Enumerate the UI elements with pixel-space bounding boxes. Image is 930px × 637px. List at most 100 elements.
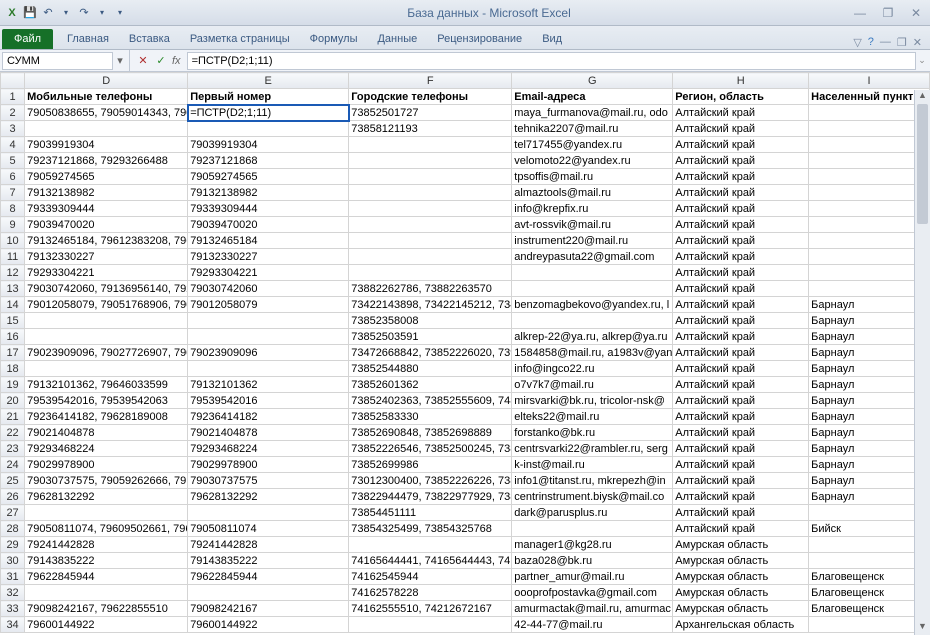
col-header-H[interactable]: H [673, 73, 809, 89]
cell[interactable]: Барнаул [809, 425, 930, 441]
cell[interactable]: Благовещенск [809, 601, 930, 617]
cell[interactable]: Барнаул [809, 489, 930, 505]
header-cell[interactable]: Населенный пункт [809, 89, 930, 105]
cell[interactable]: 73852690848, 73852698889 [349, 425, 512, 441]
cell[interactable]: 79339309444 [188, 201, 349, 217]
col-header-E[interactable]: E [188, 73, 349, 89]
cell[interactable] [188, 329, 349, 345]
formula-input[interactable]: =ПСТР(D2;1;11) [187, 52, 916, 70]
row-header[interactable]: 14 [1, 297, 25, 313]
cell[interactable]: Барнаул [809, 313, 930, 329]
cell[interactable]: 79622845944 [25, 569, 188, 585]
row-header[interactable]: 25 [1, 473, 25, 489]
header-cell[interactable]: Первый номер [188, 89, 349, 105]
cell[interactable]: 79622845944 [188, 569, 349, 585]
row-header[interactable]: 31 [1, 569, 25, 585]
file-tab[interactable]: Файл [2, 29, 53, 49]
cell[interactable]: 73882262786, 73882263570 [349, 281, 512, 297]
cell[interactable]: 1584858@mail.ru, a1983v@yanc [512, 345, 673, 361]
cell[interactable] [188, 585, 349, 601]
cell[interactable]: Алтайский край [673, 425, 809, 441]
cell[interactable]: Алтайский край [673, 377, 809, 393]
row-header[interactable]: 33 [1, 601, 25, 617]
cell[interactable]: 79241442828 [188, 537, 349, 553]
cell[interactable]: 79039470020 [188, 217, 349, 233]
row-header[interactable]: 26 [1, 489, 25, 505]
cell[interactable]: 79339309444 [25, 201, 188, 217]
cell[interactable] [809, 121, 930, 137]
cell[interactable]: Амурская область [673, 553, 809, 569]
cell[interactable] [809, 617, 930, 633]
cell[interactable] [809, 505, 930, 521]
qat-customize-icon[interactable]: ▾ [112, 5, 128, 21]
cell[interactable]: 73854451111 [349, 505, 512, 521]
cell[interactable]: 79132465184 [188, 233, 349, 249]
cell[interactable] [349, 233, 512, 249]
cell[interactable] [809, 169, 930, 185]
row-header[interactable]: 17 [1, 345, 25, 361]
cell[interactable]: info1@titanst.ru, mkrepezh@in [512, 473, 673, 489]
cell[interactable] [349, 185, 512, 201]
qat-dropdown2-icon[interactable]: ▾ [94, 5, 110, 21]
row-header[interactable]: 34 [1, 617, 25, 633]
cell[interactable]: oooprofpostavka@gmail.com [512, 585, 673, 601]
cell[interactable]: 79059274565 [188, 169, 349, 185]
redo-icon[interactable]: ↷ [76, 5, 92, 21]
cell[interactable]: Алтайский край [673, 505, 809, 521]
cell[interactable]: 79143835222 [188, 553, 349, 569]
doc-restore-icon[interactable]: ❐ [897, 36, 907, 49]
cell[interactable]: 73852601362 [349, 377, 512, 393]
cell[interactable]: Алтайский край [673, 185, 809, 201]
cell[interactable]: Алтайский край [673, 121, 809, 137]
cell[interactable]: Алтайский край [673, 409, 809, 425]
cell[interactable]: 79012058079 [188, 297, 349, 313]
maximize-button[interactable]: ❐ [878, 5, 898, 21]
cell[interactable]: Алтайский край [673, 329, 809, 345]
cell[interactable]: 79029978900 [188, 457, 349, 473]
cell[interactable] [512, 313, 673, 329]
cell[interactable]: 79050838655, 79059014343, 7905 [25, 105, 188, 121]
cell[interactable]: 42-44-77@mail.ru [512, 617, 673, 633]
cell[interactable]: 79039919304 [25, 137, 188, 153]
scroll-up-icon[interactable]: ▲ [915, 90, 930, 104]
row-header[interactable]: 11 [1, 249, 25, 265]
cell[interactable] [809, 553, 930, 569]
cell[interactable]: 79050811074 [188, 521, 349, 537]
col-header-D[interactable]: D [25, 73, 188, 89]
row-header[interactable]: 10 [1, 233, 25, 249]
cell[interactable] [349, 169, 512, 185]
cell[interactable] [809, 201, 930, 217]
cell[interactable]: amurmactak@mail.ru, amurmac [512, 601, 673, 617]
cell[interactable] [25, 121, 188, 137]
qat-dropdown-icon[interactable]: ▾ [58, 5, 74, 21]
cell[interactable]: centrinstrument.biysk@mail.co [512, 489, 673, 505]
cell[interactable]: 74165644441, 74165644443, 7416 [349, 553, 512, 569]
cell[interactable]: Алтайский край [673, 281, 809, 297]
cell[interactable] [25, 585, 188, 601]
cell[interactable] [188, 361, 349, 377]
spreadsheet-grid[interactable]: D E F G H I 1Мобильные телефоныПервый но… [0, 72, 930, 633]
cell[interactable]: 74162545944 [349, 569, 512, 585]
row-header[interactable]: 8 [1, 201, 25, 217]
cell[interactable]: 79132138982 [25, 185, 188, 201]
cell[interactable]: elteks22@mail.ru [512, 409, 673, 425]
cell[interactable]: Алтайский край [673, 361, 809, 377]
row-header[interactable]: 7 [1, 185, 25, 201]
cell[interactable]: Алтайский край [673, 153, 809, 169]
cell[interactable]: 79098242167, 79622855510 [25, 601, 188, 617]
cell[interactable]: 79132330227 [25, 249, 188, 265]
cell[interactable]: Барнаул [809, 297, 930, 313]
cell[interactable]: 79098242167 [188, 601, 349, 617]
row-header[interactable]: 20 [1, 393, 25, 409]
row-header[interactable]: 18 [1, 361, 25, 377]
cell[interactable] [25, 329, 188, 345]
cell[interactable]: 79236414182, 79628189008 [25, 409, 188, 425]
cell[interactable]: 73852699986 [349, 457, 512, 473]
cell[interactable]: 79539542016, 79539542063 [25, 393, 188, 409]
cell[interactable]: 74162578228 [349, 585, 512, 601]
doc-minimize-icon[interactable]: — [880, 36, 891, 49]
cell[interactable]: Алтайский край [673, 265, 809, 281]
cell[interactable]: Алтайский край [673, 137, 809, 153]
tab-data[interactable]: Данные [367, 29, 427, 49]
header-cell[interactable]: Регион, область [673, 89, 809, 105]
